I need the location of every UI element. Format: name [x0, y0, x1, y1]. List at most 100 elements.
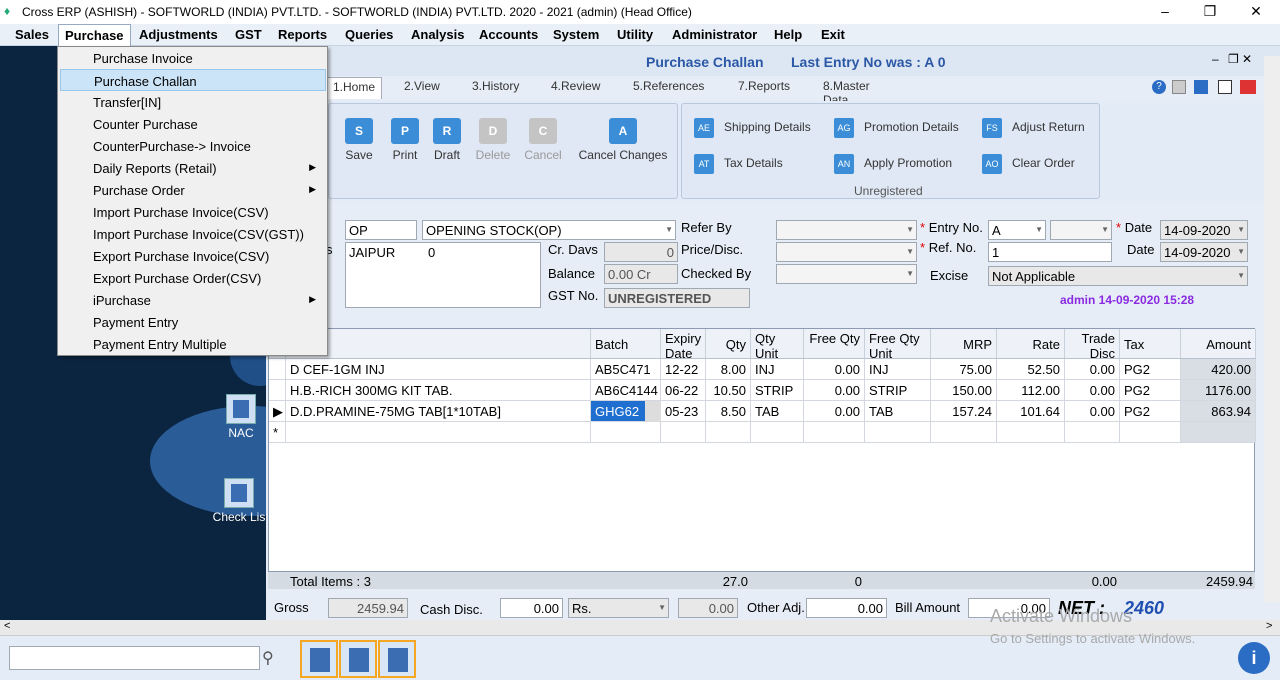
cash-disc-unit-combo[interactable]: Rs. ▼: [568, 598, 669, 618]
ref-no-field[interactable]: 1: [988, 242, 1112, 262]
menu-item-payment-entry-multiple[interactable]: Payment Entry Multiple: [60, 333, 326, 355]
minimize-icon[interactable]: –: [1145, 2, 1185, 22]
cell-free-qty-unit[interactable]: STRIP: [865, 380, 931, 401]
cell-rate[interactable]: 52.50: [997, 359, 1065, 380]
draft-button[interactable]: R Draft: [429, 118, 465, 162]
menu-adjustments[interactable]: Adjustments: [139, 27, 218, 42]
party-name-combo[interactable]: OPENING STOCK(OP) ▼: [422, 220, 676, 240]
cell-trade-disc[interactable]: 0.00: [1065, 359, 1120, 380]
menu-item-export-purchase-order-csv[interactable]: Export Purchase Order(CSV): [60, 267, 326, 289]
cancel-changes-button[interactable]: A Cancel Changes: [575, 118, 671, 162]
cell-qty-unit[interactable]: STRIP: [751, 380, 804, 401]
tab-history[interactable]: 3.History: [472, 79, 519, 93]
adjust-return-button[interactable]: FS Adjust Return: [982, 118, 1085, 138]
chevron-down-icon[interactable]: ▼: [1237, 271, 1245, 280]
date-picker[interactable]: 14-09-2020 ▼: [1160, 220, 1248, 240]
tab-view[interactable]: 2.View: [404, 79, 440, 93]
note-icon[interactable]: [1218, 80, 1232, 94]
menu-gst[interactable]: GST: [235, 27, 262, 42]
new-row-cell[interactable]: [751, 422, 804, 443]
menu-queries[interactable]: Queries: [345, 27, 393, 42]
menu-system[interactable]: System: [553, 27, 599, 42]
chevron-down-icon[interactable]: ▼: [665, 225, 673, 234]
cell-amount[interactable]: 1176.00: [1181, 380, 1256, 401]
cell-expiry[interactable]: 05-23: [661, 401, 706, 422]
new-row-cell[interactable]: [1065, 422, 1120, 443]
new-row-cell[interactable]: [661, 422, 706, 443]
cell-qty-unit[interactable]: TAB: [751, 401, 804, 422]
info-icon[interactable]: i: [1238, 642, 1270, 674]
quick-search-input[interactable]: [9, 646, 260, 670]
cell-expiry[interactable]: 06-22: [661, 380, 706, 401]
grid-header-free-qty[interactable]: Free Qty: [804, 329, 865, 359]
grid-header-qty[interactable]: Qty: [706, 329, 751, 359]
delete-button[interactable]: D Delete: [471, 118, 515, 162]
chevron-down-icon[interactable]: ▼: [906, 247, 914, 256]
clear-order-button[interactable]: AO Clear Order: [982, 154, 1075, 174]
tab-reports[interactable]: 7.Reports: [738, 79, 790, 93]
save-button[interactable]: S Save: [341, 118, 377, 162]
row-indicator[interactable]: ▶: [269, 401, 286, 422]
cell-amount[interactable]: 863.94: [1181, 401, 1256, 422]
menu-accounts[interactable]: Accounts: [479, 27, 538, 42]
menu-item-export-purchase-invoice-csv[interactable]: Export Purchase Invoice(CSV): [60, 245, 326, 267]
cell-amount[interactable]: 420.00: [1181, 359, 1256, 380]
menu-purchase[interactable]: Purchase: [58, 24, 131, 46]
entry-series-combo[interactable]: ▼: [1050, 220, 1112, 240]
menu-item-ipurchase[interactable]: iPurchase ▶: [60, 289, 326, 311]
chevron-down-icon[interactable]: ▼: [1035, 225, 1043, 234]
checked-by-combo[interactable]: ▼: [776, 264, 917, 284]
new-row-cell[interactable]: [931, 422, 997, 443]
date2-picker[interactable]: 14-09-2020 ▼: [1160, 242, 1248, 262]
cancel-button[interactable]: C Cancel: [521, 118, 565, 162]
taskbar-window-button[interactable]: [339, 640, 377, 678]
grid-header-rate[interactable]: Rate: [997, 329, 1065, 359]
help-icon[interactable]: ?: [1152, 80, 1166, 94]
cell-trade-disc[interactable]: 0.00: [1065, 380, 1120, 401]
menu-item-daily-reports[interactable]: Daily Reports (Retail) ▶: [60, 157, 326, 179]
vertical-scrollbar[interactable]: [1264, 56, 1280, 602]
cell-qty[interactable]: 8.00: [706, 359, 751, 380]
tab-references[interactable]: 5.References: [633, 79, 704, 93]
grid-header-expiry[interactable]: Expiry Date: [661, 329, 706, 359]
chevron-down-icon[interactable]: ▼: [1237, 225, 1245, 234]
chevron-down-icon[interactable]: ▼: [906, 269, 914, 278]
menu-reports[interactable]: Reports: [278, 27, 327, 42]
cell-free-qty-unit[interactable]: INJ: [865, 359, 931, 380]
search-icon[interactable]: ⚲: [262, 648, 274, 668]
cell-free-qty[interactable]: 0.00: [804, 359, 865, 380]
cell-mrp[interactable]: 150.00: [931, 380, 997, 401]
grid-header-tax[interactable]: Tax: [1120, 329, 1181, 359]
menu-exit[interactable]: Exit: [821, 27, 845, 42]
scroll-left-icon[interactable]: <: [4, 620, 10, 632]
cell-rate[interactable]: 112.00: [997, 380, 1065, 401]
grid-header-qty-unit[interactable]: Qty Unit: [751, 329, 804, 359]
cell-tax[interactable]: PG2: [1120, 380, 1181, 401]
refer-by-combo[interactable]: ▼: [776, 220, 917, 240]
cell-mrp[interactable]: 157.24: [931, 401, 997, 422]
cr-days-field[interactable]: 0: [604, 242, 678, 262]
restore-icon[interactable]: ❐: [1190, 2, 1230, 22]
chevron-down-icon[interactable]: ▼: [1101, 225, 1109, 234]
taskbar-window-button[interactable]: [300, 640, 338, 678]
new-row-cell[interactable]: [804, 422, 865, 443]
cell-product[interactable]: H.B.-RICH 300MG KIT TAB.: [286, 380, 591, 401]
apply-promotion-button[interactable]: AN Apply Promotion: [834, 154, 952, 174]
new-row-cell[interactable]: [1120, 422, 1181, 443]
grid-header-batch[interactable]: Batch: [591, 329, 661, 359]
cell-qty[interactable]: 8.50: [706, 401, 751, 422]
desktop-icon-nac[interactable]: NAC: [211, 394, 266, 440]
menu-help[interactable]: Help: [774, 27, 802, 42]
menu-item-payment-entry[interactable]: Payment Entry: [60, 311, 326, 333]
cell-tax[interactable]: PG2: [1120, 359, 1181, 380]
other-adj-field[interactable]: 0.00: [806, 598, 887, 618]
taskbar-window-button[interactable]: [378, 640, 416, 678]
promotion-details-button[interactable]: AG Promotion Details: [834, 118, 959, 138]
child-restore-icon[interactable]: ❐: [1228, 52, 1239, 66]
menu-administrator[interactable]: Administrator: [672, 27, 757, 42]
cell-product[interactable]: D.D.PRAMINE-75MG TAB[1*10TAB]: [286, 401, 591, 422]
settings-icon[interactable]: [1172, 80, 1186, 94]
row-indicator[interactable]: [269, 380, 286, 401]
menu-utility[interactable]: Utility: [617, 27, 653, 42]
menu-item-purchase-order[interactable]: Purchase Order ▶: [60, 179, 326, 201]
